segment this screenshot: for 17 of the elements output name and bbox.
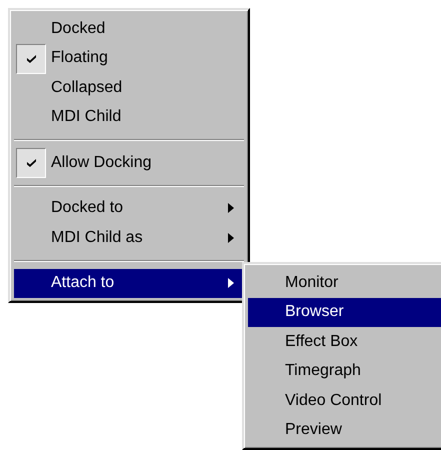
menu-item[interactable]: Monitor: [248, 268, 441, 298]
menu-item[interactable]: Attach to: [14, 268, 244, 298]
menu-item[interactable]: MDI Child: [14, 102, 244, 132]
menu-item[interactable]: Docked to: [14, 194, 244, 223]
menu-item[interactable]: Docked: [14, 14, 244, 44]
menu-item[interactable]: Allow Docking: [14, 148, 244, 178]
submenu-arrow-icon: [228, 277, 234, 290]
menu-item[interactable]: Preview: [248, 416, 441, 445]
menu-item[interactable]: Collapsed: [14, 73, 244, 102]
submenu-arrow-icon: [228, 232, 234, 244]
menu-item[interactable]: Browser: [248, 298, 441, 327]
menu-item[interactable]: Video Control: [248, 386, 441, 416]
menu-item[interactable]: Timegraph: [248, 356, 441, 386]
menu-item[interactable]: Floating: [14, 44, 244, 73]
menu-item[interactable]: Effect Box: [248, 327, 441, 356]
menu-item[interactable]: MDI Child as: [14, 223, 244, 252]
submenu-arrow-icon: [228, 202, 234, 214]
